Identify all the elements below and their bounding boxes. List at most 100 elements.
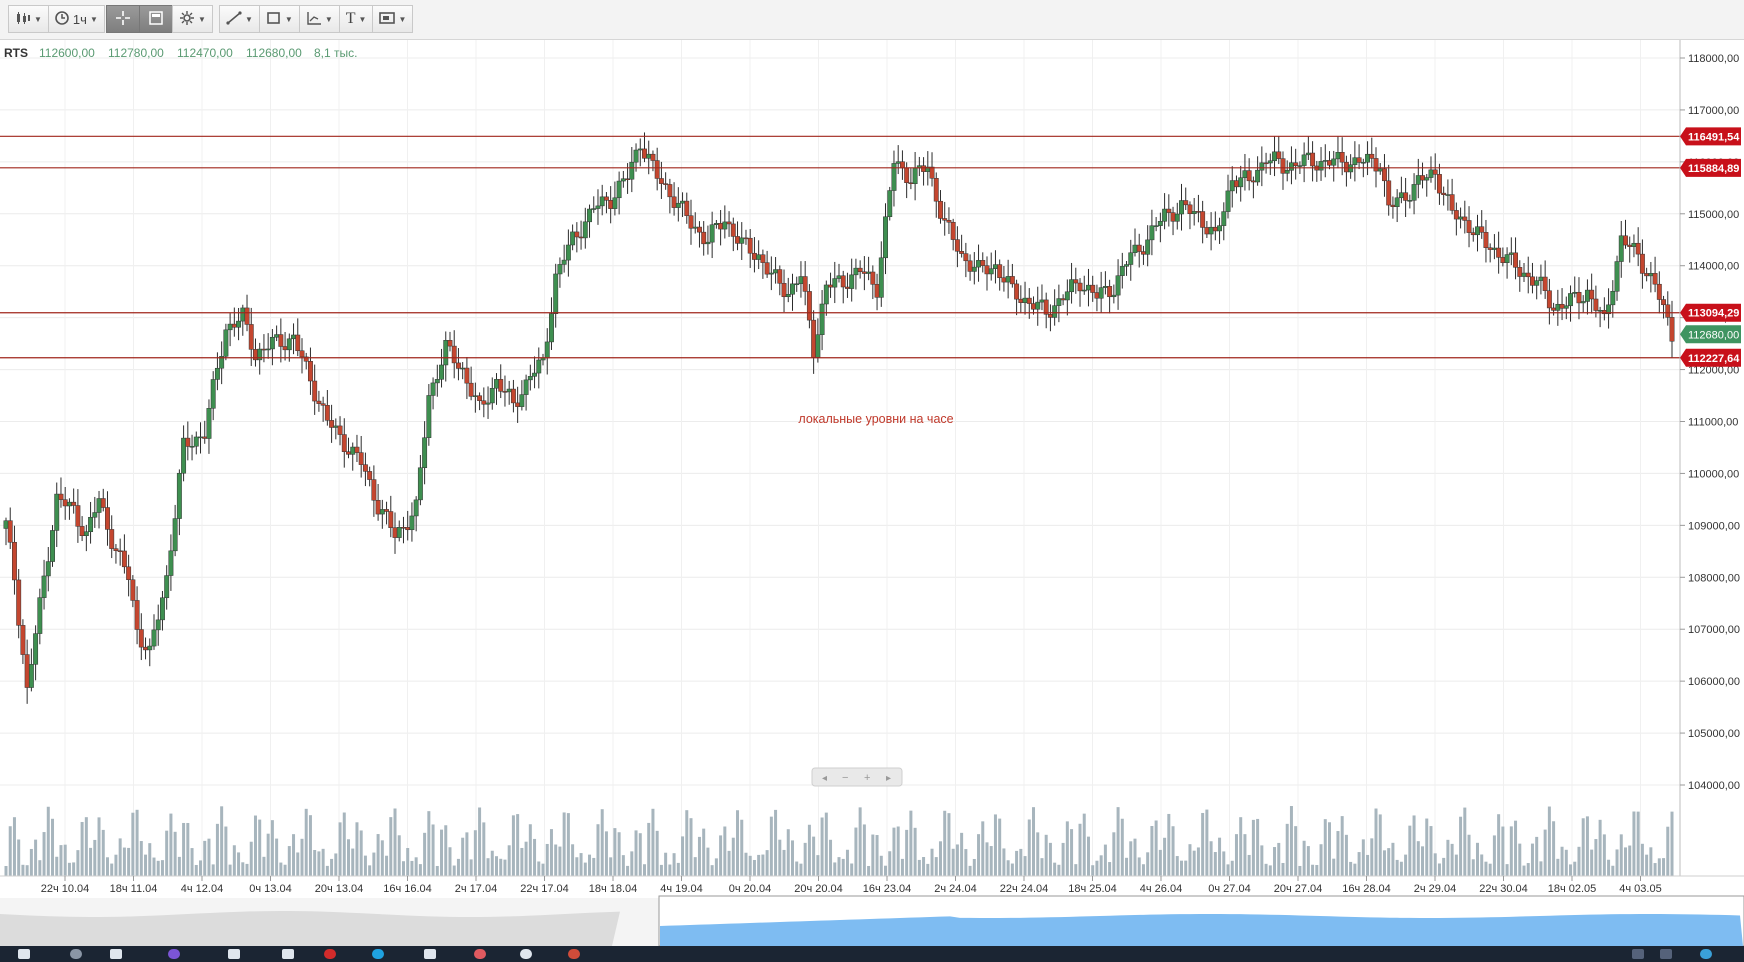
tray-icon[interactable] [1700, 949, 1712, 959]
search-icon[interactable] [70, 949, 82, 959]
tray-icon[interactable] [1660, 949, 1672, 959]
y-tick-label: 107000,00 [1688, 624, 1740, 636]
candle [553, 273, 559, 314]
candle [1504, 254, 1510, 263]
candle [836, 275, 842, 279]
candle [502, 391, 508, 393]
candle [1589, 289, 1595, 300]
candle [904, 167, 910, 183]
volume-bar [76, 850, 80, 876]
candle [1305, 152, 1311, 156]
zoom-out-button[interactable]: − [842, 772, 848, 784]
skype-icon[interactable] [372, 949, 384, 959]
mail-icon[interactable] [282, 949, 294, 959]
volume-bar [1408, 825, 1412, 876]
volume-bar [211, 864, 215, 876]
candle [1420, 175, 1425, 181]
volume-bar [42, 832, 46, 876]
volume-bar [816, 855, 820, 876]
volume-bar [968, 865, 972, 876]
volume-bar [34, 839, 38, 876]
candle [198, 436, 203, 439]
volume-bar [1167, 813, 1171, 876]
volume-bar [1480, 854, 1484, 876]
indicators-button[interactable]: ▼ [172, 5, 213, 33]
crosshair-button[interactable] [106, 5, 140, 33]
chevron-down-icon: ▼ [245, 14, 253, 24]
candle [794, 283, 800, 286]
zoom-in-button[interactable]: + [864, 772, 870, 784]
app-icon[interactable] [474, 949, 486, 959]
app-icon[interactable] [568, 949, 580, 959]
opera-icon[interactable] [324, 949, 336, 959]
volume-bar [702, 828, 706, 876]
explorer-icon[interactable] [424, 949, 436, 959]
candle [878, 257, 884, 298]
candle [963, 253, 969, 262]
windows-start-icon[interactable] [18, 949, 30, 959]
volume-bar [998, 818, 1002, 876]
task-view-icon[interactable] [110, 949, 122, 959]
volume-bar [1530, 843, 1534, 876]
volume-bar [8, 826, 12, 876]
candle [1335, 152, 1341, 160]
candle [595, 205, 601, 209]
candle [785, 294, 791, 298]
candle [764, 262, 770, 275]
candle [1568, 293, 1573, 307]
navigator[interactable] [0, 895, 1744, 946]
calculator-button[interactable] [139, 5, 173, 33]
annotation-text[interactable]: локальные уровни на часе [798, 412, 953, 426]
interval-button[interactable]: 1ч ▼ [47, 5, 105, 33]
volume-bar [1543, 829, 1547, 876]
volume-bar [541, 863, 545, 876]
volume-bar [617, 832, 621, 876]
volume-bar [630, 851, 634, 876]
level-badge-label: 113094,29 [1688, 308, 1739, 320]
candle [1073, 279, 1079, 284]
fibonacci-button[interactable]: ▼ [298, 5, 340, 33]
candle [823, 284, 829, 305]
text-button[interactable]: T ▼ [338, 5, 374, 33]
volume-bar [884, 865, 888, 876]
volume-bar [909, 810, 913, 876]
time-axis[interactable]: 22ч 10.04 18ч 11.04 4ч 12.04 0ч 13.04 20ч 13… [41, 876, 1662, 895]
tray-icon[interactable] [1632, 949, 1644, 959]
volume-bar [1598, 819, 1602, 876]
candle [1064, 291, 1070, 301]
volume-bar [1442, 857, 1446, 876]
app-icon[interactable] [520, 949, 532, 959]
image-icon [379, 11, 396, 28]
candle [1432, 169, 1438, 175]
candle [1221, 211, 1227, 226]
x-tick-label: 16ч 23.04 [863, 883, 912, 895]
chart-type-button[interactable]: ▼ [8, 5, 49, 33]
volume-bar [689, 818, 693, 876]
scroll-left-button[interactable]: ◂ [822, 773, 827, 784]
price-chart[interactable]: 118000,00117000,00116000,00115000,001140… [0, 40, 1744, 946]
shapes-button[interactable]: ▼ [258, 5, 300, 33]
draw-line-button[interactable]: ▼ [219, 5, 260, 33]
low-value: 112470,00 [177, 46, 233, 60]
image-button[interactable]: ▼ [372, 5, 414, 33]
candle [1327, 160, 1332, 166]
volume-bar [1040, 858, 1044, 876]
volume-bar [1577, 846, 1581, 876]
volume-bar [1353, 863, 1357, 876]
candle [1441, 192, 1447, 195]
app-icon[interactable] [168, 949, 180, 959]
candle [1115, 275, 1121, 296]
x-tick-label: 4ч 19.04 [660, 883, 702, 895]
store-icon[interactable] [228, 949, 240, 959]
candle [828, 284, 833, 288]
candle [1081, 289, 1087, 292]
scroll-right-button[interactable]: ▸ [886, 773, 891, 784]
volume-bar [237, 852, 241, 876]
candle [1272, 151, 1277, 162]
volume-bar [232, 845, 236, 876]
volume-bar [389, 817, 393, 876]
candle [887, 190, 893, 218]
volume-bar [351, 848, 355, 876]
candle [134, 600, 140, 630]
volume-bar [1475, 842, 1479, 876]
